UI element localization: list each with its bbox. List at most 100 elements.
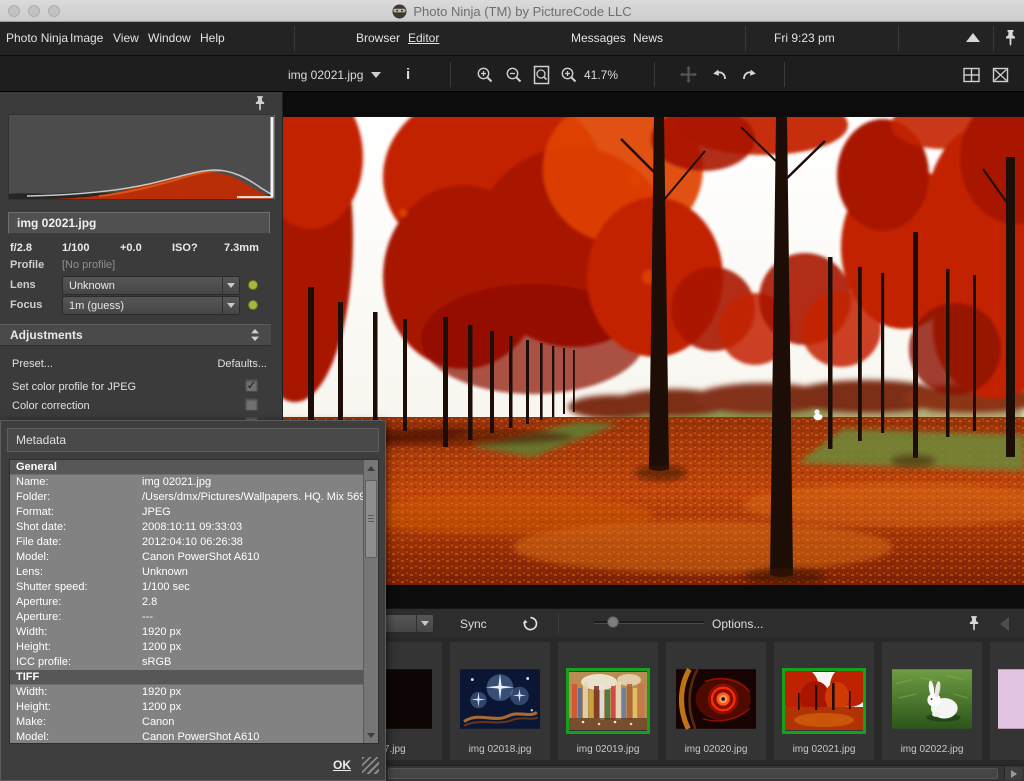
filmstrip-scroll-right-button[interactable] bbox=[1004, 767, 1022, 780]
menu-view[interactable]: View bbox=[113, 31, 139, 45]
metadata-row-value: 1/100 sec bbox=[142, 580, 363, 595]
pan-tool-button[interactable] bbox=[680, 56, 697, 93]
file-selector-dropdown[interactable]: img 02021.jpg bbox=[288, 56, 381, 93]
scroll-down-button[interactable] bbox=[364, 728, 378, 742]
exif-focal: 7.3mm bbox=[224, 242, 259, 254]
focus-status-indicator bbox=[248, 300, 258, 310]
undo-button[interactable] bbox=[710, 56, 729, 93]
preset-button[interactable]: Preset... bbox=[12, 358, 53, 370]
zoom-level-button[interactable] bbox=[560, 56, 578, 93]
menu-news[interactable]: News bbox=[633, 31, 663, 45]
adjustments-header[interactable]: Adjustments bbox=[0, 324, 271, 346]
menu-photo-ninja[interactable]: Photo Ninja bbox=[6, 31, 68, 45]
menu-image[interactable]: Image bbox=[70, 31, 103, 45]
mode-tab-editor[interactable]: Editor bbox=[408, 31, 439, 45]
defaults-button[interactable]: Defaults... bbox=[217, 358, 267, 370]
metadata-row: Format:JPEG bbox=[10, 505, 363, 520]
metadata-row-label: Width: bbox=[10, 685, 142, 700]
toolbar-divider bbox=[450, 62, 451, 87]
metadata-panel-title[interactable]: Metadata bbox=[7, 428, 379, 452]
toolbar-divider bbox=[784, 62, 785, 87]
refresh-icon bbox=[522, 615, 539, 632]
pin-menubar-button[interactable] bbox=[1004, 30, 1017, 46]
metadata-row: Name:img 02021.jpg bbox=[10, 475, 363, 490]
color-correction-checkbox[interactable] bbox=[245, 398, 258, 411]
metadata-row-value: --- bbox=[142, 610, 363, 625]
thumbnail-cell[interactable] bbox=[990, 642, 1024, 760]
metadata-row: Folder:/Users/dmx/Pictures/Wallpapers. H… bbox=[10, 490, 363, 505]
pin-icon bbox=[968, 616, 980, 631]
metadata-row-label: Lens: bbox=[10, 565, 142, 580]
info-button[interactable]: i bbox=[406, 56, 410, 93]
focus-dropdown[interactable]: 1m (guess) bbox=[62, 296, 240, 315]
undo-icon bbox=[710, 66, 729, 83]
thumbnail-label: img 02022.jpg bbox=[882, 744, 982, 755]
zoom-out-button[interactable] bbox=[505, 56, 523, 93]
thumbnail-cell[interactable]: img 02021.jpg bbox=[774, 642, 874, 760]
menu-messages[interactable]: Messages bbox=[571, 31, 626, 45]
metadata-row: Height:1200 px bbox=[10, 640, 363, 655]
metadata-row-label: Make: bbox=[10, 715, 142, 730]
move-cross-icon bbox=[680, 66, 697, 83]
lens-label: Lens bbox=[10, 279, 36, 291]
exif-iso: ISO? bbox=[172, 242, 198, 254]
lens-dropdown-value: Unknown bbox=[63, 280, 222, 292]
thumbnail-cell[interactable]: img 02020.jpg bbox=[666, 642, 766, 760]
scroll-up-button[interactable] bbox=[364, 461, 378, 475]
metadata-row-value: Unknown bbox=[142, 565, 363, 580]
options-button[interactable]: Options... bbox=[712, 609, 763, 638]
metadata-row-label: Aperture: bbox=[10, 610, 142, 625]
pin-panel-button[interactable] bbox=[254, 96, 266, 111]
reset-button[interactable] bbox=[522, 609, 539, 638]
photo-canvas[interactable] bbox=[283, 117, 1024, 585]
thumbnail-cell[interactable]: img 02018.jpg bbox=[450, 642, 550, 760]
zoom-in-button[interactable] bbox=[476, 56, 494, 93]
metadata-row-label: Shot date: bbox=[10, 520, 142, 535]
window-title: Photo Ninja (TM) by PictureCode LLC bbox=[413, 4, 631, 19]
jpeg-profile-checkbox[interactable]: ✓ bbox=[245, 379, 258, 392]
thumbnail-cell[interactable]: img 02022.jpg bbox=[882, 642, 982, 760]
zoom-fit-button[interactable] bbox=[532, 56, 552, 93]
exif-shutter: 1/100 bbox=[62, 242, 90, 254]
metadata-row: Shutter speed:1/100 sec bbox=[10, 580, 363, 595]
mode-tab-browser[interactable]: Browser bbox=[356, 31, 400, 45]
metadata-row: Model:Canon PowerShot A610 bbox=[10, 550, 363, 565]
metadata-list: GeneralName:img 02021.jpgFolder:/Users/d… bbox=[9, 459, 379, 744]
metadata-row-label: Model: bbox=[10, 730, 142, 743]
profile-label: Profile bbox=[10, 259, 44, 271]
metadata-ok-button[interactable]: OK bbox=[333, 758, 351, 772]
sync-button[interactable]: Sync bbox=[460, 609, 487, 638]
chevron-down-icon bbox=[222, 297, 239, 314]
collapse-filmstrip-button[interactable] bbox=[1000, 609, 1009, 638]
thumbnail-cell[interactable]: img 02019.jpg bbox=[558, 642, 658, 760]
editor-toolbar: img 02021.jpg i bbox=[0, 55, 1024, 92]
grid-view-button[interactable] bbox=[963, 56, 981, 93]
metadata-scrollbar-thumb[interactable] bbox=[365, 480, 377, 558]
metadata-row-label: Aperture: bbox=[10, 595, 142, 610]
metadata-row-value: 1920 px bbox=[142, 685, 363, 700]
menu-divider bbox=[745, 26, 746, 51]
resize-grip[interactable] bbox=[362, 757, 379, 774]
pin-filmstrip-button[interactable] bbox=[968, 609, 980, 638]
photo-ninja-window: Photo Ninja (TM) by PictureCode LLC Phot… bbox=[0, 0, 1024, 781]
redo-button[interactable] bbox=[740, 56, 759, 93]
close-view-button[interactable] bbox=[992, 56, 1010, 93]
triangle-up-icon bbox=[367, 466, 375, 471]
thumbnail-size-slider-handle[interactable] bbox=[607, 616, 619, 628]
metadata-row-value: Canon PowerShot A610 bbox=[142, 550, 363, 565]
menu-divider bbox=[898, 26, 899, 51]
histogram bbox=[8, 114, 275, 200]
metadata-row-label: Model: bbox=[10, 550, 142, 565]
menu-help[interactable]: Help bbox=[200, 31, 225, 45]
menu-window[interactable]: Window bbox=[148, 31, 191, 45]
collapse-panel-button[interactable] bbox=[966, 33, 980, 42]
metadata-row: Make:Canon bbox=[10, 715, 363, 730]
metadata-row: Height:1200 px bbox=[10, 700, 363, 715]
image-viewport bbox=[283, 92, 1024, 608]
metadata-row: Aperture:2.8 bbox=[10, 595, 363, 610]
metadata-row-label: Height: bbox=[10, 640, 142, 655]
filmstrip-scrollbar-thumb[interactable] bbox=[388, 768, 998, 779]
metadata-scrollbar[interactable] bbox=[363, 460, 378, 743]
lens-dropdown[interactable]: Unknown bbox=[62, 276, 240, 295]
metadata-section-header: General bbox=[10, 460, 363, 475]
